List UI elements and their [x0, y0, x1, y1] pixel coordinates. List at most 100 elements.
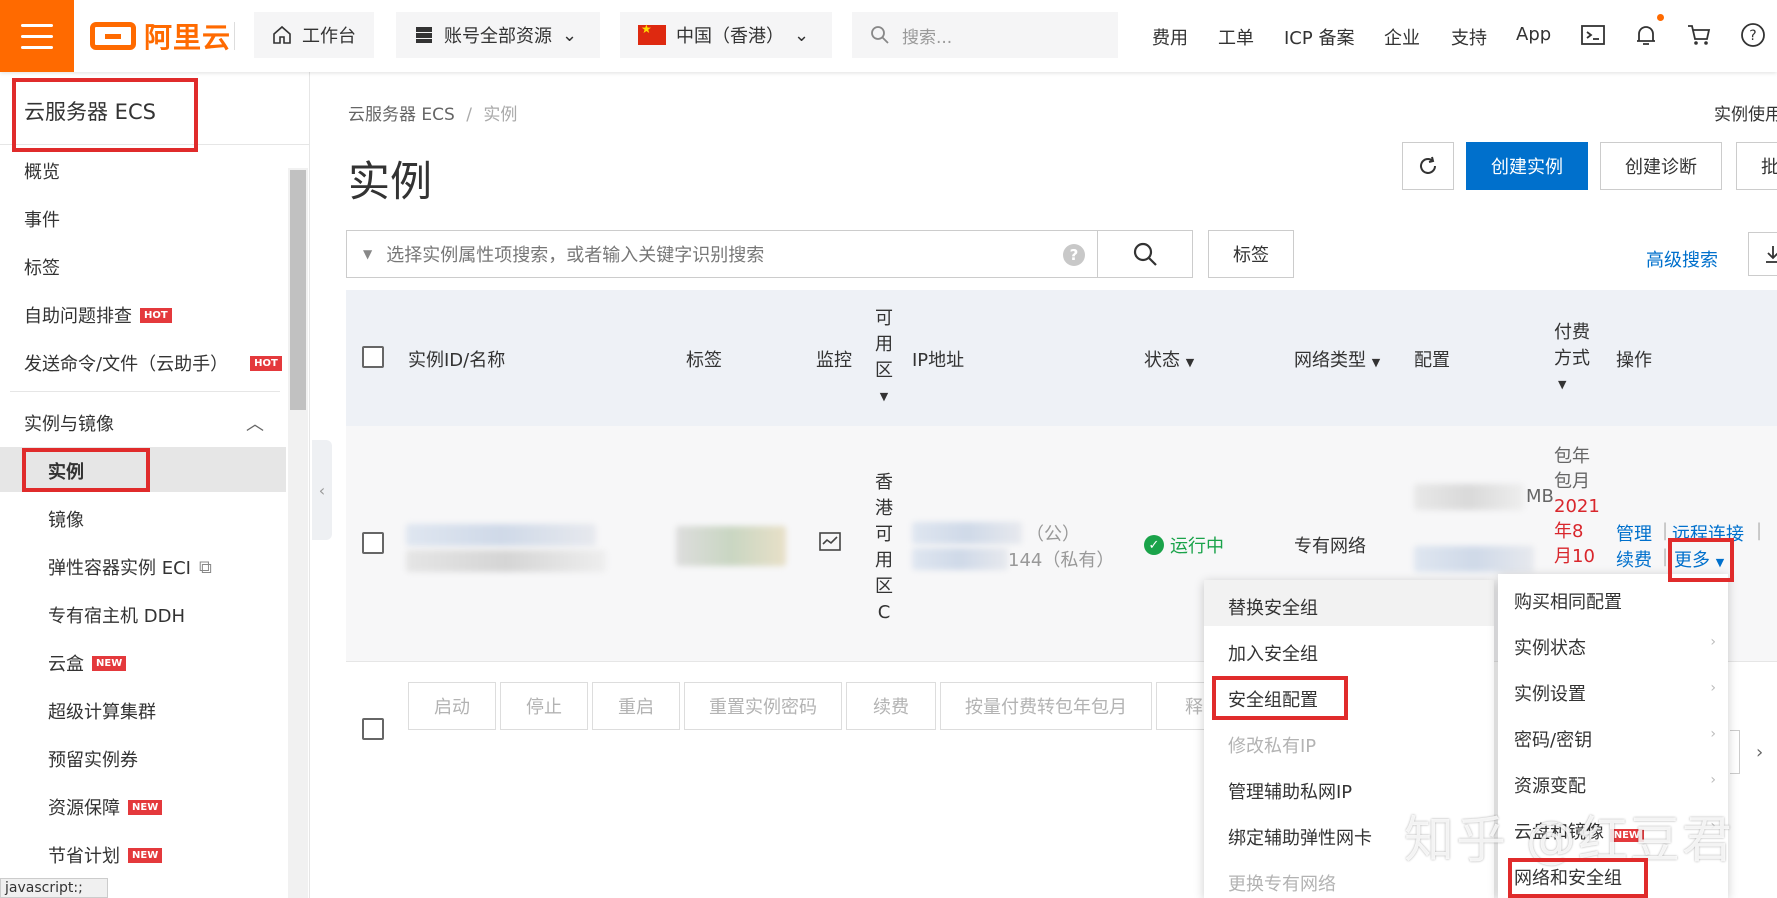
- sidebar-item-overview[interactable]: 概览: [24, 158, 60, 184]
- cart-icon[interactable]: [1686, 22, 1712, 48]
- redacted-public-ip: [912, 522, 1022, 544]
- batch-reset-password-button[interactable]: 重置实例密码: [684, 682, 842, 730]
- new-badge: NEW: [92, 655, 127, 671]
- workbench-button[interactable]: 工作台: [254, 12, 374, 58]
- sidebar-item-instances[interactable]: 实例: [48, 458, 84, 484]
- search-placeholder: 搜索...: [902, 27, 953, 48]
- chevron-right-icon: ›: [1710, 726, 1716, 742]
- column-actions: 操作: [1616, 350, 1652, 371]
- region-dropdown[interactable]: 中国（香港） ⌄: [620, 12, 832, 58]
- column-status[interactable]: 状态 ▼: [1144, 346, 1194, 372]
- sidebar-item-events[interactable]: 事件: [24, 206, 60, 232]
- monitor-chart-icon[interactable]: [818, 530, 842, 554]
- sidebar-collapse-toggle[interactable]: ‹: [312, 440, 332, 540]
- nav-link-app[interactable]: App: [1516, 24, 1551, 45]
- more-dropdown[interactable]: 更多 ▼: [1674, 546, 1724, 572]
- breadcrumb-root[interactable]: 云服务器 ECS: [348, 105, 455, 125]
- batch-restart-button[interactable]: 重启: [592, 682, 680, 730]
- external-link-icon: ⧉: [198, 556, 212, 578]
- expiry-line: 2021: [1554, 496, 1600, 517]
- advanced-search-link[interactable]: 高级搜索: [1646, 246, 1718, 272]
- sidebar-title[interactable]: 云服务器 ECS: [24, 96, 156, 126]
- sidebar-item-images[interactable]: 镜像: [48, 506, 84, 532]
- action-separator: |: [1662, 520, 1669, 541]
- sidebar-scrollbar-thumb[interactable]: [290, 170, 306, 410]
- nav-link-fees[interactable]: 费用: [1152, 24, 1188, 50]
- nav-link-icp[interactable]: ICP 备案: [1284, 24, 1354, 50]
- batch-start-button[interactable]: 启动: [408, 682, 496, 730]
- menu-item-replace-security-group[interactable]: 替换安全组: [1228, 594, 1318, 620]
- select-all-checkbox[interactable]: [362, 346, 384, 368]
- instance-usage-link[interactable]: 实例使用: [1714, 100, 1777, 125]
- export-button[interactable]: [1748, 232, 1777, 276]
- resource-scope-dropdown[interactable]: 账号全部资源 ⌄: [396, 12, 600, 58]
- create-diagnosis-button[interactable]: 创建诊断: [1600, 142, 1722, 190]
- sidebar-item-label: 概览: [24, 162, 60, 183]
- sidebar-item-cloud-assistant[interactable]: 发送命令/文件（云助手） HOT: [24, 350, 282, 376]
- terminal-icon[interactable]: [1580, 22, 1606, 48]
- menu-item-modify-private-ip[interactable]: 修改私有IP: [1228, 732, 1316, 758]
- menu-item-resource-change[interactable]: 资源变配: [1514, 772, 1586, 798]
- menu-item-bind-secondary-eni[interactable]: 绑定辅助弹性网卡: [1228, 824, 1372, 850]
- global-search-input[interactable]: 搜索...: [852, 12, 1118, 58]
- menu-item-manage-secondary-ip[interactable]: 管理辅助私网IP: [1228, 778, 1352, 804]
- create-instance-button[interactable]: 创建实例: [1466, 142, 1588, 190]
- column-zone[interactable]: 可 用 区 ▼: [874, 306, 894, 410]
- sidebar-item-ddh[interactable]: 专有宿主机 DDH: [48, 602, 185, 628]
- refresh-button[interactable]: [1402, 142, 1454, 190]
- chevron-right-icon[interactable]: ›: [1756, 742, 1763, 763]
- menu-item-instance-settings[interactable]: 实例设置: [1514, 680, 1586, 706]
- zone-value: 香 港 可 用 区 C: [874, 470, 894, 626]
- menu-item-join-security-group[interactable]: 加入安全组: [1228, 640, 1318, 666]
- bell-icon[interactable]: [1633, 22, 1659, 48]
- chevron-down-icon: ⌄: [562, 24, 578, 46]
- sidebar-item-reserved-instances[interactable]: 预留实例券: [48, 746, 138, 772]
- remote-connect-link[interactable]: 远程连接: [1672, 520, 1744, 546]
- redacted-tags: [676, 526, 786, 566]
- check-icon: ✓: [1144, 535, 1164, 555]
- batch-convert-billing-button[interactable]: 按量付费转包年包月: [940, 682, 1152, 730]
- china-flag-icon: [638, 22, 666, 45]
- sidebar-item-eci[interactable]: 弹性容器实例 ECI ⧉: [48, 554, 212, 580]
- batch-renew-button[interactable]: 续费: [846, 682, 936, 730]
- menu-item-instance-status[interactable]: 实例状态: [1514, 634, 1586, 660]
- nav-link-enterprise[interactable]: 企业: [1384, 24, 1420, 50]
- sidebar-item-label: 资源保障: [48, 798, 120, 819]
- help-icon[interactable]: ?: [1740, 22, 1766, 48]
- config-suffix: MB: [1526, 486, 1554, 507]
- column-billing[interactable]: 付费 方式 ▼: [1554, 320, 1590, 398]
- aliyun-logo[interactable]: 阿里云: [90, 16, 231, 56]
- menu-item-password-keys[interactable]: 密码/密钥: [1514, 726, 1592, 752]
- menu-icon[interactable]: [0, 0, 74, 72]
- row-checkbox[interactable]: [362, 532, 384, 554]
- tags-filter-button[interactable]: 标签: [1208, 230, 1294, 278]
- nav-link-support[interactable]: 支持: [1451, 24, 1487, 50]
- top-bar: 阿里云 工作台 账号全部资源 ⌄ 中国（香港） ⌄ 搜索... 费用 工单 IC…: [0, 0, 1777, 72]
- divider: [234, 22, 235, 50]
- manage-link[interactable]: 管理: [1616, 520, 1652, 546]
- column-network[interactable]: 网络类型 ▼: [1294, 346, 1380, 372]
- batch-button[interactable]: 批: [1736, 142, 1777, 190]
- help-icon[interactable]: ?: [1063, 244, 1085, 266]
- menu-item-buy-same-config[interactable]: 购买相同配置: [1514, 588, 1622, 614]
- nav-link-tickets[interactable]: 工单: [1218, 24, 1254, 50]
- sidebar-item-tags[interactable]: 标签: [24, 254, 60, 280]
- instance-search-input[interactable]: ▼ 选择实例属性项搜索，或者输入关键字识别搜索: [346, 230, 1098, 278]
- sidebar-item-cloud-box[interactable]: 云盒 NEW: [48, 650, 127, 676]
- batch-stop-button[interactable]: 停止: [500, 682, 588, 730]
- sidebar-item-savings-plan[interactable]: 节省计划 NEW: [48, 842, 163, 868]
- caret-down-icon: ▼: [363, 247, 373, 261]
- sidebar-section-instances-images[interactable]: 实例与镜像 ︿: [24, 410, 264, 436]
- redacted-instance-id[interactable]: [406, 524, 596, 546]
- chevron-down-icon: ⌄: [794, 24, 810, 46]
- batch-select-checkbox[interactable]: [362, 718, 384, 740]
- sidebar-item-label: 专有宿主机 DDH: [48, 606, 185, 627]
- sidebar-item-troubleshoot[interactable]: 自助问题排查 HOT: [24, 302, 172, 328]
- sidebar-item-super-cluster[interactable]: 超级计算集群: [48, 698, 156, 724]
- chevron-up-icon: ︿: [246, 414, 264, 435]
- menu-item-security-group-config[interactable]: 安全组配置: [1228, 686, 1318, 712]
- search-button[interactable]: [1097, 230, 1193, 278]
- renew-link[interactable]: 续费: [1616, 546, 1652, 572]
- sidebar-item-resource-guarantee[interactable]: 资源保障 NEW: [48, 794, 163, 820]
- menu-item-change-vpc[interactable]: 更换专有网络: [1228, 870, 1336, 896]
